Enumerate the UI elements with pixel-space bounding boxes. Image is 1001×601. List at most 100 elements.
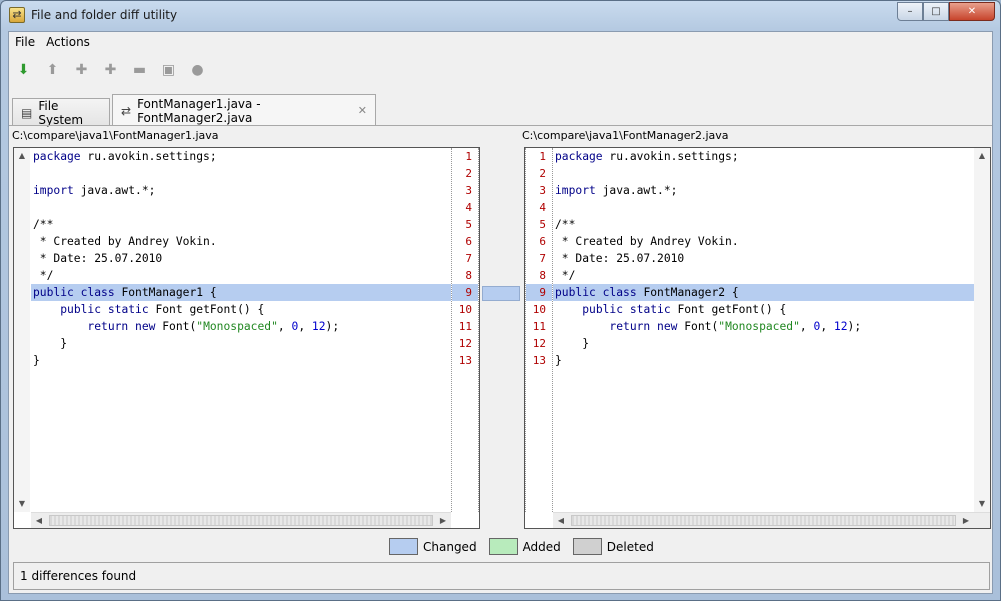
- left-editor-pane[interactable]: package ru.avokin.settings; import java.a…: [13, 147, 480, 529]
- copy-right-icon: ✚: [75, 62, 88, 78]
- minimize-button[interactable]: –: [897, 2, 923, 21]
- line-number: 3: [465, 184, 472, 197]
- prev-diff-button[interactable]: ⬆: [38, 59, 67, 81]
- code-token: new: [657, 320, 678, 333]
- left-line-numbers: 1 2 3 4 5 6 7 8 9 10 11 12 13: [451, 148, 479, 512]
- code-line[interactable]: */: [31, 267, 451, 284]
- next-diff-button[interactable]: ⬇: [9, 59, 38, 81]
- code-token: public: [555, 286, 596, 299]
- right-code-area[interactable]: package ru.avokin.settings; import java.a…: [553, 148, 974, 512]
- code-line[interactable]: [553, 165, 974, 182]
- menu-file[interactable]: File: [10, 35, 40, 49]
- code-line[interactable]: public static Font getFont() {: [553, 301, 974, 318]
- right-vertical-scrollbar[interactable]: ▲ ▼: [974, 148, 990, 512]
- code-line[interactable]: return new Font("Monospaced", 0, 12);: [553, 318, 974, 335]
- maximize-button[interactable]: □: [923, 2, 949, 21]
- code-line[interactable]: /**: [553, 216, 974, 233]
- tab-label: FontManager1.java - FontManager2.java: [137, 96, 261, 125]
- code-token: * Date: 25.07.2010: [33, 252, 163, 265]
- code-line[interactable]: [31, 165, 451, 182]
- status-bar: 1 differences found: [13, 562, 990, 590]
- code-line[interactable]: [553, 199, 974, 216]
- code-line[interactable]: public class FontManager2 {: [553, 284, 974, 301]
- code-line[interactable]: * Date: 25.07.2010: [31, 250, 451, 267]
- code-line[interactable]: * Created by Andrey Vokin.: [31, 233, 451, 250]
- code-line[interactable]: package ru.avokin.settings;: [553, 148, 974, 165]
- line-number: 9: [526, 284, 552, 301]
- close-tab-icon[interactable]: ✕: [358, 104, 367, 117]
- title-bar[interactable]: ⇄ File and folder diff utility – □ ✕: [1, 1, 1000, 31]
- code-line[interactable]: }: [31, 335, 451, 352]
- code-line[interactable]: public static Font getFont() {: [31, 301, 451, 318]
- scroll-right-icon[interactable]: ▶: [958, 513, 974, 528]
- line-number: 3: [539, 184, 546, 197]
- close-button[interactable]: ✕: [949, 2, 995, 21]
- code-line[interactable]: }: [553, 335, 974, 352]
- right-scroll-thumb[interactable]: [571, 515, 956, 526]
- code-line[interactable]: import java.awt.*;: [31, 182, 451, 199]
- delete-button[interactable]: ▬: [125, 59, 154, 81]
- code-token: }: [33, 337, 68, 350]
- line-number: 7: [539, 252, 546, 265]
- code-token: }: [555, 354, 562, 367]
- code-token: ,: [820, 320, 834, 333]
- scroll-left-icon[interactable]: ◀: [31, 513, 47, 528]
- code-line[interactable]: * Created by Andrey Vokin.: [553, 233, 974, 250]
- tab-bar: ▤ File System ⇄ FontManager1.java - Font…: [12, 94, 992, 127]
- copy-right-button[interactable]: ✚: [67, 59, 96, 81]
- code-line[interactable]: return new Font("Monospaced", 0, 12);: [31, 318, 451, 335]
- line-number: 10: [458, 303, 472, 316]
- left-scroll-thumb[interactable]: [49, 515, 433, 526]
- scroll-down-icon[interactable]: ▼: [974, 496, 990, 512]
- menu-actions[interactable]: Actions: [41, 35, 95, 49]
- right-horizontal-scrollbar[interactable]: ◀ ▶: [553, 512, 990, 528]
- line-number: 8: [539, 269, 546, 282]
- code-token: java.awt.*;: [595, 184, 678, 197]
- code-line[interactable]: /**: [31, 216, 451, 233]
- code-line[interactable]: [31, 199, 451, 216]
- code-token: 12: [833, 320, 848, 333]
- code-line[interactable]: }: [31, 352, 451, 369]
- code-line[interactable]: }: [553, 352, 974, 369]
- code-token: ,: [298, 320, 312, 333]
- scroll-left-icon[interactable]: ◀: [553, 513, 569, 528]
- code-line[interactable]: * Date: 25.07.2010: [553, 250, 974, 267]
- scroll-down-icon[interactable]: ▼: [14, 496, 30, 512]
- scroll-right-icon[interactable]: ▶: [435, 513, 451, 528]
- line-number: 11: [458, 320, 472, 333]
- left-horizontal-scrollbar[interactable]: ◀ ▶: [31, 512, 451, 528]
- compare-icon: ⇄: [121, 103, 132, 118]
- code-token: package: [33, 150, 81, 163]
- code-token: ru.avokin.settings;: [602, 150, 739, 163]
- code-token: }: [555, 337, 590, 350]
- tab-diff[interactable]: ⇄ FontManager1.java - FontManager2.java …: [112, 94, 376, 126]
- stop-icon: ●: [191, 62, 204, 78]
- code-token: * Date: 25.07.2010: [555, 252, 685, 265]
- diff-connector: [482, 286, 520, 301]
- left-vertical-scrollbar[interactable]: ▲ ▼: [14, 148, 30, 512]
- copy-left-button[interactable]: ✚: [96, 59, 125, 81]
- code-line[interactable]: */: [553, 267, 974, 284]
- tab-file-system[interactable]: ▤ File System: [12, 98, 110, 127]
- legend-swatch-added: [488, 538, 518, 555]
- left-code-area[interactable]: package ru.avokin.settings; import java.a…: [31, 148, 451, 512]
- line-number: 1: [539, 150, 546, 163]
- code-line[interactable]: import java.awt.*;: [553, 182, 974, 199]
- scroll-up-icon[interactable]: ▲: [14, 148, 30, 164]
- line-number: 8: [465, 269, 472, 282]
- code-token: class: [602, 286, 637, 299]
- code-token: Font getFont() {: [148, 303, 265, 316]
- scroll-up-icon[interactable]: ▲: [974, 148, 990, 164]
- compare-button[interactable]: ▣: [154, 59, 183, 81]
- tab-divider: [9, 125, 992, 126]
- stop-button[interactable]: ●: [183, 59, 212, 81]
- code-token: ,: [799, 320, 814, 333]
- tab-label: File System: [38, 98, 84, 127]
- right-editor-pane[interactable]: 1 2 3 4 5 6 7 8 9 10 11 12 13 package ru.avokin.sett…: [524, 147, 991, 529]
- code-line[interactable]: package ru.avokin.settings;: [31, 148, 451, 165]
- code-line[interactable]: public class FontManager1 {: [31, 284, 451, 301]
- code-token: FontManager2 {: [636, 286, 739, 299]
